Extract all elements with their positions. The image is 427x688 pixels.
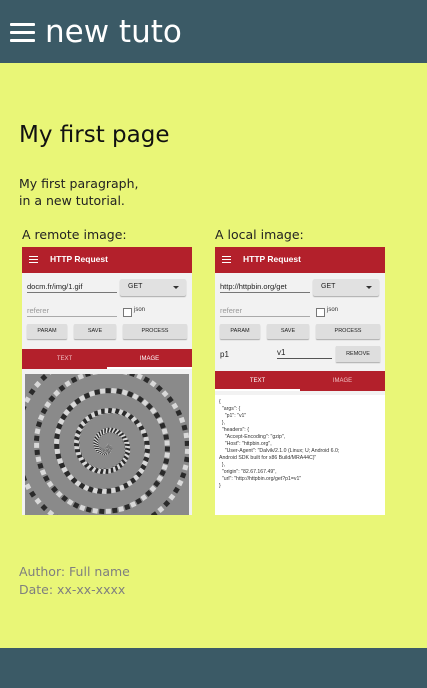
paragraph-line-1: My first paragraph, [19,176,139,191]
dropdown-arrow-icon [366,286,372,289]
param-key-field: p1 [220,350,229,359]
method-select: GET [313,279,379,296]
author-date: Date: xx-xx-xxxx [19,582,126,597]
param-button: PARAM [27,324,67,339]
app-bar: new tuto [0,0,427,63]
menu-icon [222,256,231,264]
app-title: new tuto [45,14,182,50]
json-label: json [327,307,339,313]
method-value: GET [321,283,336,290]
paragraph-line-2: in a new tutorial. [19,193,125,208]
screenshot-body: docm.fr/img/1.gif GET referer json PARAM… [22,273,192,515]
author-name: Author: Full name [19,564,130,579]
method-select: GET [120,279,186,296]
process-button: PROCESS [123,324,187,339]
menu-icon [29,256,38,264]
response-text: { "args": { "p1": "v1" }, "headers": { "… [219,399,340,489]
local-image: HTTP Request http://httpbin.org/get GET … [215,247,385,515]
screenshot-title: HTTP Request [243,254,301,264]
save-button: SAVE [74,324,116,339]
page-title: My first page [19,122,170,148]
tab-text: TEXT [56,356,73,362]
tab-image: IMAGE [332,378,353,384]
process-button: PROCESS [316,324,380,339]
remove-button: REMOVE [336,346,380,362]
url-field: http://httpbin.org/get [220,282,310,293]
remote-image: HTTP Request docm.fr/img/1.gif GET refer… [22,247,192,515]
referer-field: referer [27,306,117,317]
tab-image: IMAGE [139,356,160,362]
screenshot-body: http://httpbin.org/get GET referer json … [215,273,385,515]
dropdown-arrow-icon [173,286,179,289]
menu-icon[interactable] [10,23,35,43]
save-button: SAVE [267,324,309,339]
tab-bar: TEXT IMAGE [22,349,192,369]
screenshot-app-bar: HTTP Request [22,247,192,273]
method-value: GET [128,283,143,290]
tab-indicator [215,389,300,391]
response-panel: { "args": { "p1": "v1" }, "headers": { "… [215,395,385,515]
screenshot-app-bar: HTTP Request [215,247,385,273]
tab-bar: TEXT IMAGE [215,371,385,391]
param-value-field: v1 [277,348,332,359]
tab-indicator [107,367,192,369]
screenshot-title: HTTP Request [50,254,108,264]
param-button: PARAM [220,324,260,339]
spiral-image [25,374,189,515]
local-image-caption: A local image: [215,227,304,242]
json-label: json [134,307,146,313]
author-info: Author: Full name Date: xx-xx-xxxx [19,563,130,599]
json-checkbox [316,308,325,317]
tab-text: TEXT [249,378,266,384]
url-field: docm.fr/img/1.gif [27,282,117,293]
footer-bar [0,648,427,688]
paragraph: My first paragraph, in a new tutorial. [19,175,139,209]
remote-image-caption: A remote image: [22,227,127,242]
json-checkbox [123,308,132,317]
referer-field: referer [220,306,310,317]
